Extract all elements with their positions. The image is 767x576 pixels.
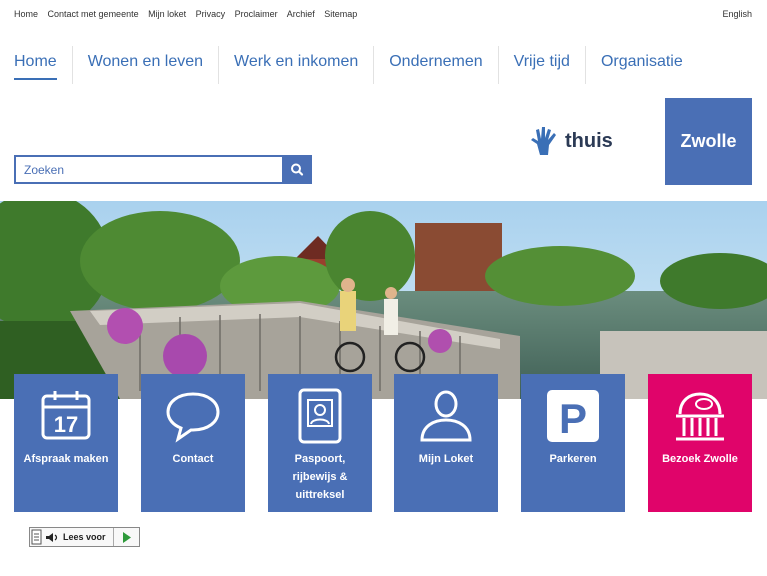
tile-mijn-loket[interactable]: Mijn Loket — [394, 374, 498, 512]
top-links: Home Contact met gemeente Mijn loket Pri… — [14, 9, 364, 19]
tile-paspoort[interactable]: Paspoort, rijbewijs & uittreksel — [268, 374, 372, 512]
nav-vrije-tijd[interactable]: Vrije tijd — [497, 46, 585, 84]
readspeaker-divider — [113, 528, 114, 546]
user-icon — [420, 390, 472, 442]
nav-werk-en-inkomen[interactable]: Werk en inkomen — [218, 46, 373, 84]
nav-label: Vrije tijd — [513, 53, 570, 70]
speech-bubble-icon — [166, 392, 220, 443]
language-link[interactable]: English — [722, 9, 752, 19]
nav-label: Organisatie — [600, 53, 683, 70]
building-icon — [676, 392, 724, 441]
nav-label: Werk en inkomen — [234, 53, 359, 70]
tile-label: Afspraak maken — [23, 453, 109, 465]
top-link-contact[interactable]: Contact met gemeente — [48, 9, 139, 19]
lees-voor-button[interactable]: Lees voor — [63, 532, 106, 542]
calendar-icon: 17 — [41, 391, 91, 440]
parking-icon: P — [547, 390, 599, 442]
parking-letter: P — [559, 395, 587, 442]
tile-parkeren[interactable]: P Parkeren — [521, 374, 625, 512]
tile-bezoek-zwolle[interactable]: Bezoek Zwolle — [648, 374, 752, 512]
top-link-mijn-loket[interactable]: Mijn loket — [148, 9, 186, 19]
play-icon[interactable] — [122, 532, 132, 543]
top-link-proclaimer[interactable]: Proclaimer — [235, 9, 278, 19]
readspeaker-widget: Lees voor — [29, 527, 140, 547]
search-icon — [291, 163, 304, 176]
tile-label: Paspoort, rijbewijs & uittreksel — [292, 453, 348, 501]
main-navigation: Home Wonen en leven Werk en inkomen Onde… — [14, 46, 698, 84]
top-link-archief[interactable]: Archief — [287, 9, 315, 19]
nav-ondernemen[interactable]: Ondernemen — [373, 46, 497, 84]
search-box — [14, 155, 312, 184]
tile-label: Parkeren — [549, 453, 597, 465]
nav-home-label: Home — [14, 53, 57, 80]
tile-contact[interactable]: Contact — [141, 374, 245, 512]
tile-label: Contact — [172, 453, 214, 465]
thuis-logo: thuis — [528, 126, 613, 156]
zwolle-logo[interactable]: Zwolle — [665, 98, 752, 185]
nav-home[interactable]: Home — [14, 46, 72, 84]
search-input[interactable] — [16, 157, 300, 182]
top-link-sitemap[interactable]: Sitemap — [324, 9, 357, 19]
tile-afspraak-maken[interactable]: 17 Afspraak maken — [14, 374, 118, 512]
top-link-privacy[interactable]: Privacy — [196, 9, 226, 19]
thuis-text: thuis — [565, 129, 613, 152]
nav-organisatie[interactable]: Organisatie — [584, 46, 698, 84]
nav-label: Ondernemen — [389, 53, 483, 70]
zwolle-logo-text: Zwolle — [680, 131, 737, 151]
hand-icon — [531, 127, 556, 155]
hero-image — [0, 201, 767, 399]
document-icon — [31, 529, 42, 545]
search-button[interactable] — [282, 155, 312, 184]
nav-wonen-en-leven[interactable]: Wonen en leven — [71, 46, 218, 84]
nav-label: Wonen en leven — [87, 53, 204, 70]
tile-label: Bezoek Zwolle — [662, 453, 738, 465]
calendar-day: 17 — [54, 412, 78, 437]
tile-label: Mijn Loket — [418, 453, 474, 465]
speaker-icon — [46, 533, 58, 542]
top-link-home[interactable]: Home — [14, 9, 38, 19]
id-card-icon — [298, 388, 342, 444]
